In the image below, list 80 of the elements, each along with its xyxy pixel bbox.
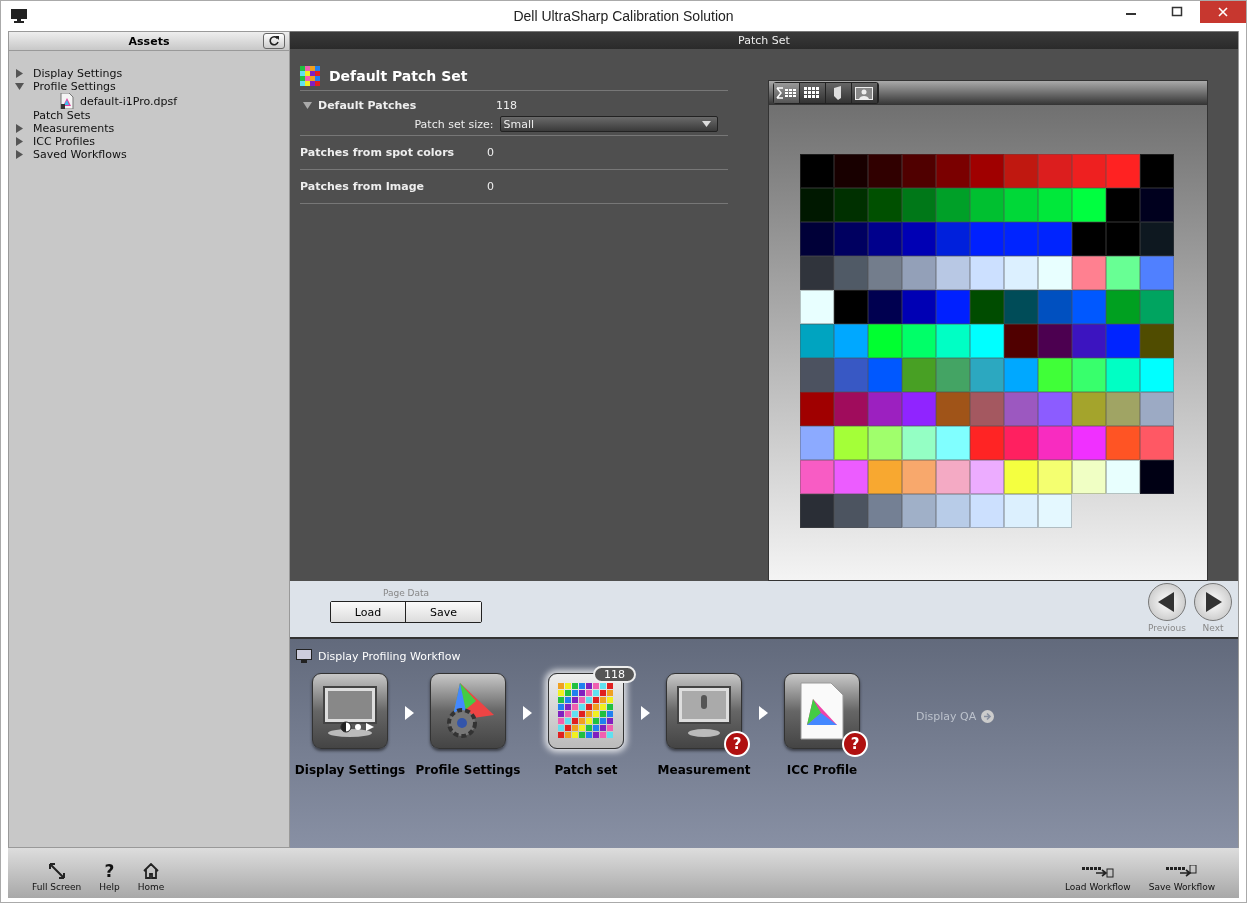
tree-item[interactable]: Patch Sets (33, 109, 91, 122)
refresh-button[interactable] (263, 33, 285, 49)
diagonal-arrow-icon (48, 863, 65, 879)
size-dropdown[interactable]: Small (499, 116, 718, 132)
monitor-brightness-icon (320, 683, 380, 739)
workflow-step-button[interactable] (784, 673, 860, 749)
nav-label: Previous (1147, 623, 1186, 633)
load-button[interactable]: Load (331, 602, 406, 622)
save-workflow-icon (1165, 865, 1198, 879)
swatch-icon (833, 86, 844, 100)
left-triangle-icon (1157, 592, 1176, 612)
nav-label: Next (1202, 623, 1224, 633)
collapsed-triangle-icon[interactable] (15, 150, 24, 159)
sum-grid-icon (776, 87, 797, 99)
step-label: Profile Settings (415, 763, 521, 777)
collapsed-triangle-icon[interactable] (15, 69, 24, 78)
step-label: Patch set (554, 763, 618, 777)
field-label: Patch set size: (414, 117, 494, 131)
caret-icon (701, 121, 711, 127)
section-title: Default Patch Set (329, 67, 468, 84)
step-label: Display Settings (294, 763, 406, 777)
count-badge: 118 (593, 666, 636, 683)
tree-item[interactable]: Saved Workflows (33, 148, 127, 161)
monitor-icon (296, 649, 312, 663)
workflow-step-button[interactable] (430, 673, 506, 749)
tree-item[interactable]: Measurements (33, 122, 115, 135)
workflow-title: Display Profiling Workflow (318, 649, 461, 663)
home-button[interactable]: Home (133, 848, 169, 898)
sum-grid-view-button[interactable] (773, 83, 800, 103)
next-button[interactable] (1194, 583, 1232, 621)
refresh-icon (268, 35, 280, 47)
field-value: 0 (487, 146, 494, 159)
collapsed-triangle-icon[interactable] (15, 124, 24, 133)
home-icon (143, 863, 159, 879)
window-title: Dell UltraSharp Calibration Solution (513, 8, 734, 24)
monitor-icon (11, 9, 27, 23)
tree-item[interactable]: default-i1Pro.dpsf (80, 94, 178, 108)
save-button[interactable]: Save (406, 602, 481, 622)
file-icon (60, 93, 74, 109)
profile-document-icon (797, 681, 847, 741)
tree-item[interactable]: Profile Settings (33, 80, 116, 93)
expanded-triangle-icon[interactable] (15, 82, 24, 91)
warning-badge: ? (724, 731, 750, 757)
load-workflow-button[interactable]: Load Workflow (1060, 848, 1135, 898)
collapsed-triangle-icon[interactable] (15, 137, 24, 146)
help-button[interactable]: ? Help (95, 848, 124, 898)
portrait-icon (855, 86, 874, 100)
monitor-sensor-icon (674, 683, 734, 739)
patch-set-icon (300, 65, 320, 86)
spot-view-button[interactable] (825, 83, 852, 103)
tree-item[interactable]: Display Settings (33, 67, 123, 80)
panel-title: Assets (128, 34, 170, 48)
field-value: 118 (496, 98, 517, 112)
previous-button[interactable] (1147, 583, 1186, 621)
arrow-icon (641, 706, 650, 720)
step-label: Measurement (657, 763, 751, 777)
field-label: Default Patches (318, 98, 418, 112)
step-label: ICC Profile (786, 763, 858, 777)
grid-view-button[interactable] (799, 83, 826, 103)
grid-icon (804, 87, 821, 99)
workflow-step-button[interactable] (312, 673, 388, 749)
image-view-button[interactable] (851, 83, 878, 103)
full-screen-button[interactable]: Full Screen (28, 848, 86, 898)
workflow-step-button[interactable] (666, 673, 742, 749)
warning-badge: ? (842, 731, 868, 757)
expanded-triangle-icon[interactable] (303, 100, 312, 110)
arrow-icon (405, 706, 414, 720)
right-triangle-icon (1204, 592, 1222, 612)
arrow-icon (523, 706, 532, 720)
arrow-icon (759, 706, 768, 720)
arrow-circle-icon (981, 710, 995, 723)
field-label: Patches from Image (300, 180, 425, 193)
field-label: Patches from spot colors (300, 146, 456, 159)
tree-item[interactable]: ICC Profiles (33, 135, 96, 148)
load-workflow-icon (1081, 865, 1114, 879)
panel-title: Patch Set (738, 34, 790, 47)
group-label: Page Data (382, 588, 430, 598)
color-grid-icon (557, 682, 615, 740)
field-value: 0 (487, 180, 494, 193)
save-workflow-button[interactable]: Save Workflow (1144, 848, 1219, 898)
